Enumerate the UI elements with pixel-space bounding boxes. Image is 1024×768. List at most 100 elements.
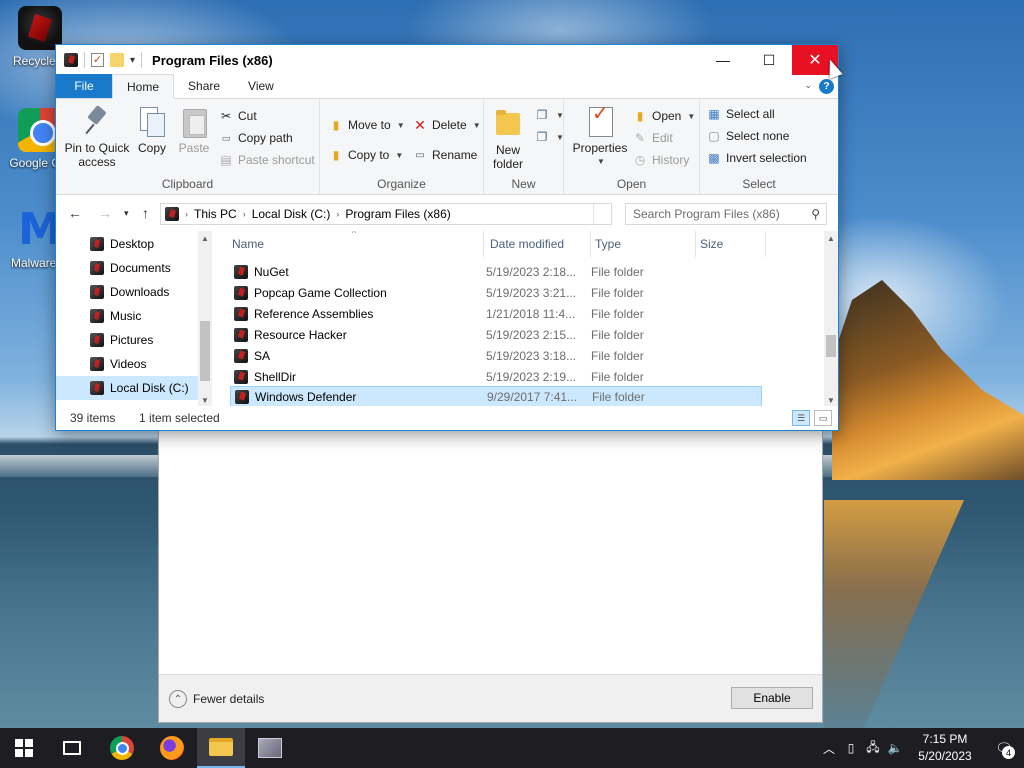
file-row[interactable]: SA 5/19/2023 3:18... File folder: [230, 345, 762, 366]
copy-button[interactable]: Copy: [134, 105, 170, 155]
nav-item-documents[interactable]: Documents: [56, 256, 198, 280]
back-arrow-icon[interactable]: ←: [68, 205, 82, 221]
new-item-button[interactable]: ❐ ▼: [534, 105, 564, 125]
paste-button[interactable]: Paste: [176, 105, 212, 155]
tab-file[interactable]: File: [56, 74, 112, 98]
navigation-pane-scrollbar[interactable]: ▲ ▼: [198, 231, 212, 407]
nav-item-local-disk[interactable]: Local Disk (C:): [56, 376, 198, 400]
delete-label: Delete: [432, 118, 467, 132]
up-arrow-icon[interactable]: ↑: [142, 205, 149, 221]
invert-selection-button[interactable]: ▩ Invert selection: [706, 148, 806, 168]
network-icon[interactable]: 🖧: [862, 738, 884, 759]
task-view-icon: [63, 741, 81, 755]
recent-locations-chevron-icon[interactable]: ▾: [124, 208, 129, 219]
new-folder-button[interactable]: New folder: [488, 107, 528, 171]
customize-qat-dropdown-icon[interactable]: ▾: [130, 55, 135, 66]
forward-arrow-icon[interactable]: →: [98, 205, 112, 221]
tab-view[interactable]: View: [234, 74, 288, 98]
scroll-up-icon[interactable]: ▲: [824, 231, 838, 245]
pin-to-quick-access-button[interactable]: Pin to Quick access: [62, 105, 132, 169]
select-all-button[interactable]: ▦ Select all: [706, 104, 774, 124]
scroll-down-icon[interactable]: ▼: [824, 393, 838, 407]
paste-shortcut-button[interactable]: ▤ Paste shortcut: [218, 150, 314, 170]
breadcrumb-local-disk[interactable]: Local Disk (C:): [252, 207, 331, 221]
properties-qat-icon[interactable]: ✓: [91, 53, 104, 67]
copy-path-button[interactable]: ▭ Copy path: [218, 128, 293, 148]
title-bar[interactable]: ✓ ▾ Program Files (x86) — ☐ ✕: [56, 45, 838, 75]
taskbar-chrome[interactable]: [98, 728, 146, 768]
column-header-type[interactable]: Type: [591, 231, 696, 257]
cut-button[interactable]: ✂ Cut: [218, 106, 257, 126]
chevron-up-icon[interactable]: ︿: [818, 740, 840, 757]
chevron-right-icon: ›: [185, 209, 188, 219]
nav-item-label: Music: [110, 309, 142, 323]
file-explorer-icon: [209, 738, 233, 756]
collapse-ribbon-icon[interactable]: ⌄: [804, 80, 812, 91]
details-view-icon[interactable]: ☰: [792, 410, 810, 426]
edit-button[interactable]: ✎ Edit: [632, 128, 673, 148]
nav-item-desktop[interactable]: Desktop: [56, 232, 198, 256]
address-history-dropdown[interactable]: [593, 204, 611, 224]
column-header-date-modified[interactable]: Date modified: [486, 231, 591, 257]
select-none-button[interactable]: ▢ Select none: [706, 126, 789, 146]
help-icon[interactable]: ?: [819, 79, 834, 94]
minimize-button[interactable]: —: [700, 45, 746, 75]
start-button[interactable]: [0, 728, 48, 768]
file-row[interactable]: ShellDir 5/19/2023 2:19... File folder: [230, 366, 762, 387]
file-row[interactable]: Resource Hacker 5/19/2023 2:15... File f…: [230, 324, 762, 345]
action-center-button[interactable]: 🗨 4: [984, 728, 1024, 768]
paste-shortcut-icon: ▤: [220, 153, 232, 167]
scroll-thumb[interactable]: [200, 321, 210, 381]
tab-share[interactable]: Share: [174, 74, 234, 98]
file-row[interactable]: Reference Assemblies 1/21/2018 11:4... F…: [230, 303, 762, 324]
window-controls: — ☐ ✕: [700, 45, 838, 75]
breadcrumb-program-files-x86[interactable]: Program Files (x86): [345, 207, 450, 221]
drive-icon: [64, 53, 78, 67]
column-header-name[interactable]: Name: [228, 231, 484, 257]
breadcrumb-this-pc[interactable]: This PC: [194, 207, 237, 221]
nav-item-videos[interactable]: Videos: [56, 352, 198, 376]
history-button[interactable]: ◷ History: [632, 150, 690, 170]
scroll-down-icon[interactable]: ▼: [198, 393, 212, 407]
fewer-details-label: Fewer details: [193, 692, 265, 706]
file-row-selected[interactable]: Windows Defender 9/29/2017 7:41... File …: [230, 386, 762, 407]
windows-logo-icon: [15, 739, 33, 757]
scroll-thumb[interactable]: [826, 335, 836, 357]
rename-button[interactable]: ▭ Rename: [412, 145, 477, 165]
taskbar-file-explorer[interactable]: [197, 728, 245, 768]
search-box[interactable]: Search Program Files (x86) ⚲: [625, 203, 827, 225]
new-folder-qat-icon[interactable]: [110, 53, 124, 67]
copy-to-label: Copy to: [348, 148, 390, 162]
nav-item-music[interactable]: Music: [56, 304, 198, 328]
open-button[interactable]: ▮ Open ▼: [632, 106, 696, 126]
address-bar[interactable]: › This PC › Local Disk (C:) › Program Fi…: [160, 203, 612, 225]
select-none-icon: ▢: [708, 129, 720, 143]
file-row[interactable]: NuGet 5/19/2023 2:18... File folder: [230, 261, 762, 282]
clock[interactable]: 7:15 PM 5/20/2023: [906, 731, 984, 765]
enable-button[interactable]: Enable: [731, 687, 813, 709]
tab-home[interactable]: Home: [112, 74, 175, 99]
nav-item-pictures[interactable]: Pictures: [56, 328, 198, 352]
history-label: History: [652, 153, 690, 167]
delete-button[interactable]: ✕ Delete ▼: [412, 115, 480, 135]
file-row[interactable]: Popcap Game Collection 5/19/2023 3:21...…: [230, 282, 762, 303]
column-header-size[interactable]: Size: [696, 231, 766, 257]
scroll-up-icon[interactable]: ▲: [198, 231, 212, 245]
easy-access-button[interactable]: ❐ ▼: [534, 127, 564, 147]
fewer-details-toggle[interactable]: ⌃ Fewer details: [169, 690, 264, 708]
nav-item-downloads[interactable]: Downloads: [56, 280, 198, 304]
volume-muted-icon[interactable]: 🔈: [884, 741, 906, 755]
maximize-button[interactable]: ☐: [746, 45, 792, 75]
move-to-button[interactable]: ▮ Move to ▼: [328, 115, 405, 135]
properties-button[interactable]: Properties ▼: [572, 105, 628, 169]
taskbar-firefox[interactable]: [148, 728, 196, 768]
organize-group: ▮ Move to ▼ ▮ Copy to ▼ ✕ Delete ▼ ▭ Ren…: [320, 99, 484, 195]
copy-to-button[interactable]: ▮ Copy to ▼: [328, 145, 404, 165]
taskbar-photos[interactable]: [246, 728, 294, 768]
task-view-button[interactable]: [48, 728, 96, 768]
large-icons-view-icon[interactable]: ▭: [814, 410, 832, 426]
file-date: 5/19/2023 2:18...: [486, 264, 577, 279]
tablet-icon[interactable]: ▯: [840, 741, 862, 755]
selection-count: 1 item selected: [139, 411, 220, 425]
file-list-scrollbar[interactable]: ▲ ▼: [824, 231, 838, 407]
